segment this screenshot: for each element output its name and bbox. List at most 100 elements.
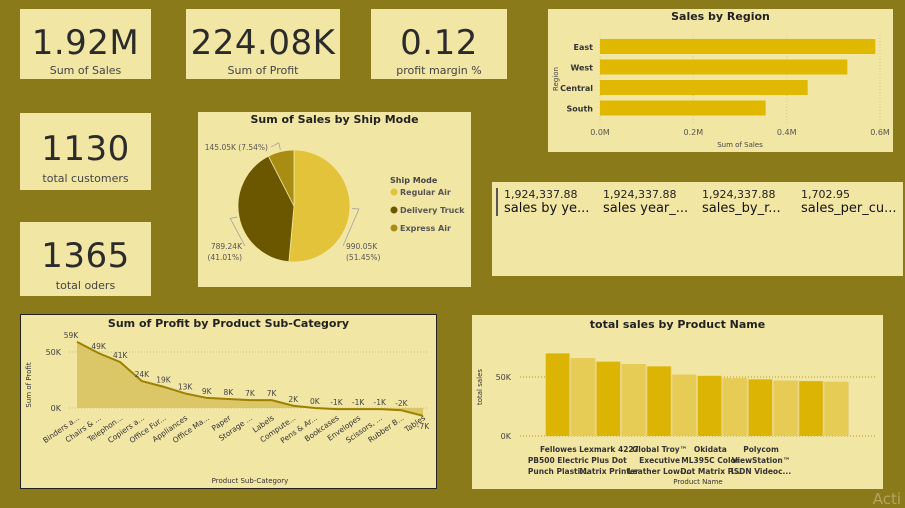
multi-row-label: sales year_... <box>603 201 689 216</box>
x-axis-label: Sum of Sales <box>717 141 763 149</box>
y-tick-label: 0K <box>51 404 62 413</box>
data-label: 9K <box>202 387 213 396</box>
y-tick-label: East <box>574 43 594 52</box>
x-tick-label: 0.4M <box>777 128 797 137</box>
bar <box>600 80 808 95</box>
data-label: 41K <box>113 351 129 360</box>
multi-row-value: 1,702.95 <box>801 188 850 201</box>
bar <box>799 381 823 436</box>
bar <box>546 353 570 436</box>
multi-row-label: sales_by_r... <box>702 201 781 216</box>
kpi-label: total oders <box>55 279 116 292</box>
x-tick-label: Plus Dot <box>591 456 627 465</box>
region-chart-card[interactable]: Sales by Region 0.0M 0.2M 0.4M 0.6M East West… <box>548 9 893 152</box>
y-tick-label: 50K <box>46 348 62 357</box>
kpi-value: 0.12 <box>400 23 478 63</box>
bar <box>723 378 747 436</box>
data-label: 7K <box>267 389 278 398</box>
shipmode-pie-chart: 990.05K (51.45%) 789.24K (41.01%) 145.05K (7… <box>205 142 465 263</box>
legend-title: Ship Mode <box>390 176 438 185</box>
data-label: -2K <box>395 399 408 408</box>
x-tick-label: ViewStation™ <box>732 456 790 465</box>
multi-row-label: sales_per_cu... <box>801 201 897 216</box>
legend-marker <box>390 224 398 232</box>
data-label: (41.01%) <box>208 253 243 262</box>
data-label: 2K <box>288 395 299 404</box>
kpi-value: 224.08K <box>190 23 336 63</box>
legend-marker <box>390 206 398 214</box>
bar <box>824 381 848 436</box>
x-tick-label: Lexmark 4227 <box>579 445 639 454</box>
y-tick-label: 0K <box>501 432 512 441</box>
y-tick-label: 50K <box>496 373 512 382</box>
kpi-value: 1130 <box>41 129 130 169</box>
activation-watermark: Acti <box>872 490 901 508</box>
x-tick-label: 0.6M <box>870 128 890 137</box>
x-tick-label: Polycom <box>743 445 779 454</box>
data-label: 990.05K <box>346 242 378 251</box>
kpi-card-margin[interactable]: 0.12 profit margin % <box>371 9 507 79</box>
kpi-card-profit[interactable]: 224.08K Sum of Profit <box>186 9 340 79</box>
y-tick-label: West <box>570 64 593 73</box>
y-tick-label: Central <box>560 84 593 93</box>
x-tick-label: 0.2M <box>684 128 704 137</box>
multi-row-item: 1,924,337.88 sales_by_r... <box>702 188 800 216</box>
kpi-card-orders[interactable]: 1365 total oders <box>20 222 151 296</box>
bar <box>596 361 620 436</box>
kpi-value: 1.92M <box>31 23 140 63</box>
shipmode-chart-card[interactable]: Sum of Sales by Ship Mode 990.05K (51.45%… <box>198 112 471 287</box>
x-axis-label: Product Sub-Category <box>212 477 289 485</box>
data-label: 59K <box>64 331 80 340</box>
bar <box>672 374 696 436</box>
multi-row-accent <box>496 188 498 216</box>
y-axis-label: Region <box>552 67 560 91</box>
multi-row-value: 1,924,337.88 <box>702 188 776 201</box>
x-tick-label: 0.0M <box>590 128 610 137</box>
data-label: 8K <box>224 388 235 397</box>
legend-marker <box>390 188 398 196</box>
y-axis-label: Sum of Profit <box>25 362 33 407</box>
subcategory-chart-card[interactable]: Sum of Profit by Product Sub-Category 50… <box>20 314 437 489</box>
kpi-card-customers[interactable]: 1130 total customers <box>20 113 151 190</box>
x-tick-label: Executive <box>639 456 680 465</box>
legend-label: Delivery Truck <box>400 206 465 215</box>
kpi-label: total customers <box>42 172 129 185</box>
kpi-card-sales[interactable]: 1.92M Sum of Sales <box>20 9 151 79</box>
y-tick-label: South <box>567 105 594 114</box>
area-fill <box>77 341 423 416</box>
multi-row-item: 1,924,337.88 sales year_... <box>603 188 701 216</box>
bar <box>622 364 646 436</box>
kpi-label: Sum of Profit <box>227 64 299 77</box>
x-tick-label: Fellowes <box>540 445 577 454</box>
legend-label: Regular Air <box>400 188 451 197</box>
multi-row-label: sales by ye... <box>504 201 590 216</box>
data-label: 789.24K <box>211 242 243 251</box>
data-label: 0K <box>310 397 321 406</box>
pie-slice <box>288 149 351 263</box>
product-chart-card[interactable]: total sales by Product Name 50K 0K Fellowe… <box>472 315 883 489</box>
data-label: 7K <box>245 389 256 398</box>
bar <box>774 380 798 436</box>
multi-row-card[interactable]: 1,924,337.88 sales by ye... 1,924,337.88… <box>492 182 903 276</box>
data-label: -1K <box>374 398 387 407</box>
multi-row-item: 1,924,337.88 sales by ye... <box>504 188 602 216</box>
multi-row-value: 1,924,337.88 <box>603 188 677 201</box>
bar <box>600 39 876 54</box>
x-tick-label: PB500 Electric <box>528 456 589 465</box>
data-label: (51.45%) <box>346 253 381 262</box>
subcategory-area-chart: 50K0K59KBinders a...49KChairs & ...41KTe… <box>25 331 430 485</box>
data-label: 24K <box>135 370 151 379</box>
bar <box>748 379 772 436</box>
kpi-label: profit margin % <box>396 64 482 77</box>
bar <box>571 358 595 436</box>
bar <box>647 366 671 436</box>
x-tick-label: Global Troy™ <box>632 445 687 454</box>
bar <box>698 375 722 436</box>
data-label: -1K <box>352 398 365 407</box>
product-bar-chart: 50K0KFellowesPB500 ElectricPunch Plasti.… <box>476 353 877 486</box>
x-tick-label: Okidata <box>694 445 727 454</box>
legend-label: Express Air <box>400 224 451 233</box>
multi-row-item: 1,702.95 sales_per_cu... <box>801 188 899 216</box>
leader-line <box>270 142 281 150</box>
x-tick-label: ISDN Videoc... <box>731 467 791 476</box>
